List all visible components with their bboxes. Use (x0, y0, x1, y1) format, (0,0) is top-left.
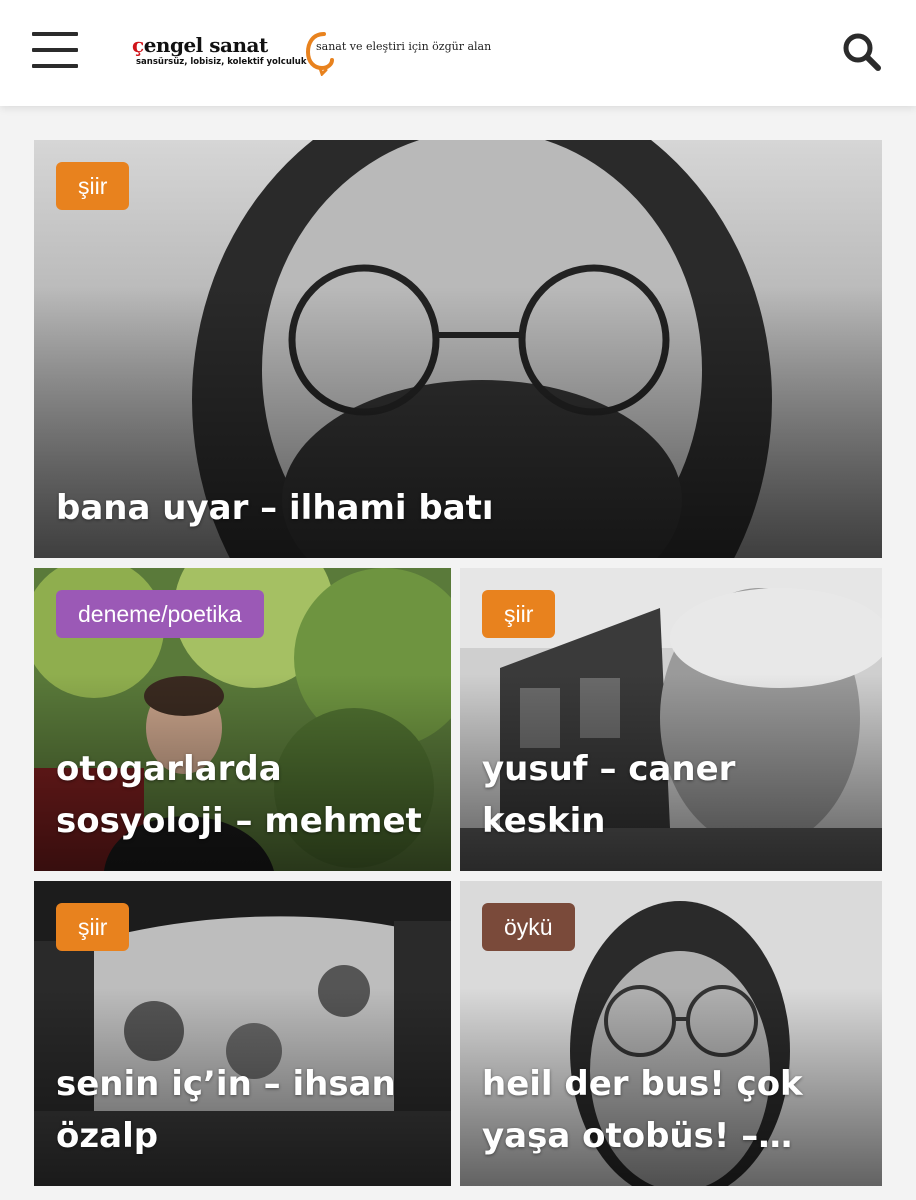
category-badge[interactable]: şiir (56, 903, 130, 951)
site-header: çengel sanat sansürsüz, lobisiz, kolekti… (0, 0, 916, 106)
post-card-featured[interactable]: şiir bana uyar – ilhami batı (34, 140, 882, 558)
post-title[interactable]: heil der bus! çok yaşa otobüs! – mert (482, 1058, 860, 1162)
search-icon[interactable] (842, 32, 882, 72)
logo-subtitle: sansürsüz, lobisiz, kolektif yolculuk (136, 57, 307, 67)
post-title[interactable]: yusuf – caner keskin (482, 743, 860, 847)
post-card[interactable]: şiir yusuf – caner keskin (460, 568, 882, 871)
post-card[interactable]: şiir senin iç’in – ihsan özalp (34, 881, 451, 1186)
category-badge[interactable]: öykü (482, 903, 575, 951)
hamburger-menu-icon[interactable] (32, 32, 78, 70)
cengel-hook-icon (305, 32, 334, 76)
site-logo[interactable]: çengel sanat sansürsüz, lobisiz, kolekti… (132, 33, 307, 74)
category-badge[interactable]: deneme/poetika (56, 590, 264, 638)
post-card[interactable]: deneme/poetika otogarlarda sosyoloji – m… (34, 568, 451, 871)
category-badge[interactable]: şiir (482, 590, 556, 638)
site-tagline: sanat ve eleştiri için özgür alan (316, 40, 492, 53)
post-title[interactable]: bana uyar – ilhami batı (56, 482, 860, 534)
menu-bar-top (32, 32, 78, 36)
menu-bar-middle (32, 48, 78, 52)
post-card[interactable]: öykü heil der bus! çok yaşa otobüs! – me… (460, 881, 882, 1186)
post-title[interactable]: otogarlarda sosyoloji – mehmet (56, 743, 429, 847)
logo-title: çengel sanat (132, 33, 268, 57)
category-badge[interactable]: şiir (56, 162, 130, 210)
post-title[interactable]: senin iç’in – ihsan özalp (56, 1058, 429, 1162)
menu-bar-bottom (32, 64, 78, 68)
